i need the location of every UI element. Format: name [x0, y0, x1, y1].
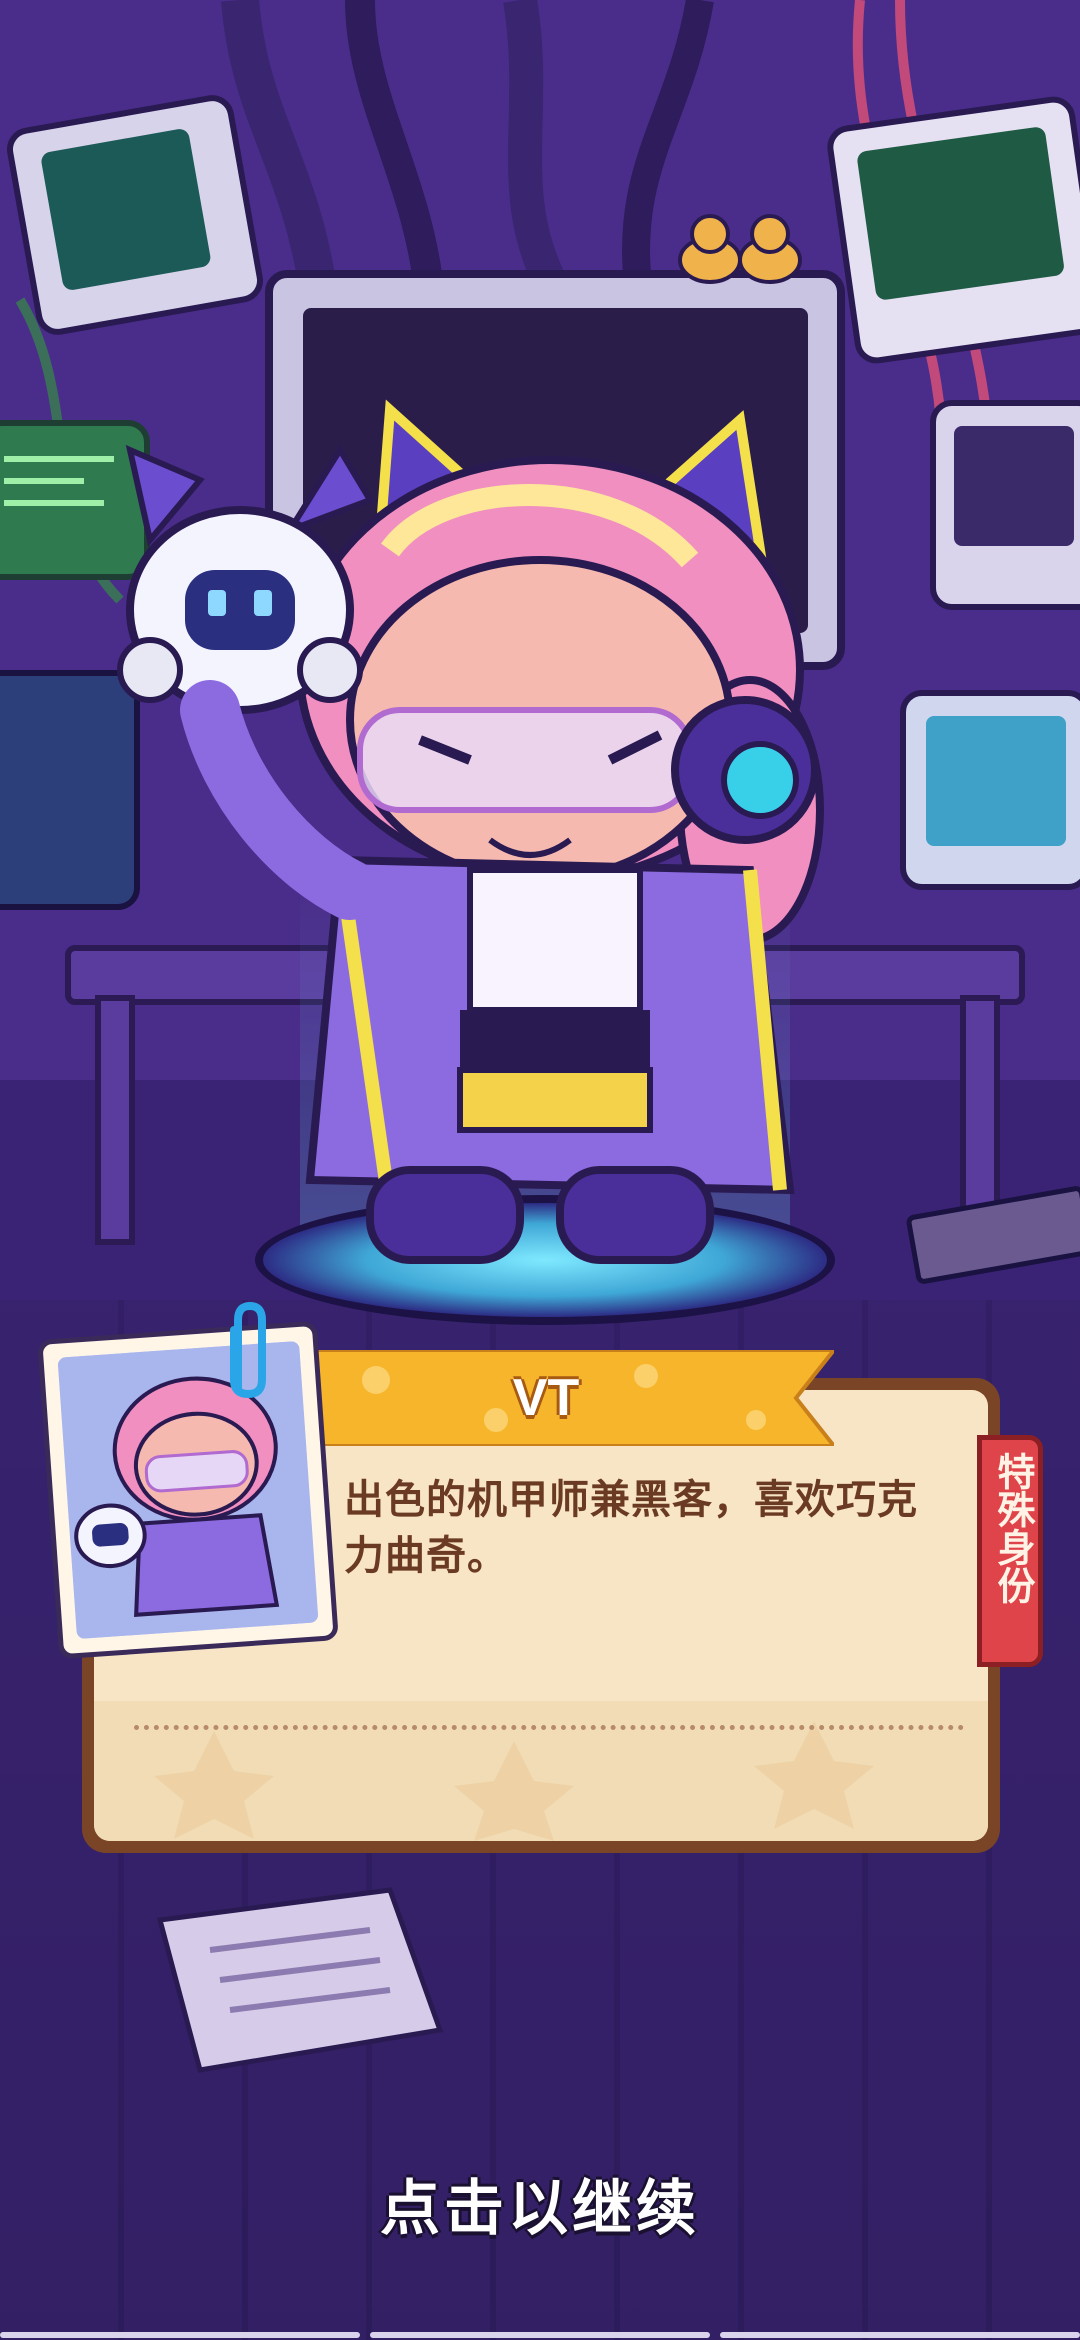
monitor-right-mid	[930, 400, 1080, 610]
bottom-indicator-bar	[0, 2332, 1080, 2340]
monitor-right-blue	[900, 690, 1080, 890]
duck-figurines	[678, 214, 802, 284]
character-portrait-card	[37, 1320, 339, 1660]
special-identity-tag[interactable]: 特殊身份	[977, 1435, 1043, 1667]
character-vt-illustration	[117, 399, 824, 1264]
character-name: VT	[512, 1369, 580, 1427]
tap-to-continue-prompt[interactable]: 点击以继续	[0, 2160, 1080, 2247]
game-scene[interactable]: 出色的机甲师兼黑客，喜欢巧克力曲奇。 VT 特殊身份 点击以继续	[0, 0, 1080, 2340]
special-identity-label: 特殊身份	[991, 1452, 1035, 1604]
character-portrait	[57, 1340, 319, 1640]
character-description: 出色的机甲师兼黑客，喜欢巧克力曲奇。	[344, 1477, 918, 1579]
paper-on-floor	[156, 1887, 444, 2073]
paperclip-icon	[230, 1301, 266, 1399]
monitor-top-left	[3, 91, 267, 339]
dotted-divider	[134, 1725, 964, 1730]
monitor-top-right	[824, 93, 1080, 367]
card-star-pattern	[94, 1701, 988, 1841]
